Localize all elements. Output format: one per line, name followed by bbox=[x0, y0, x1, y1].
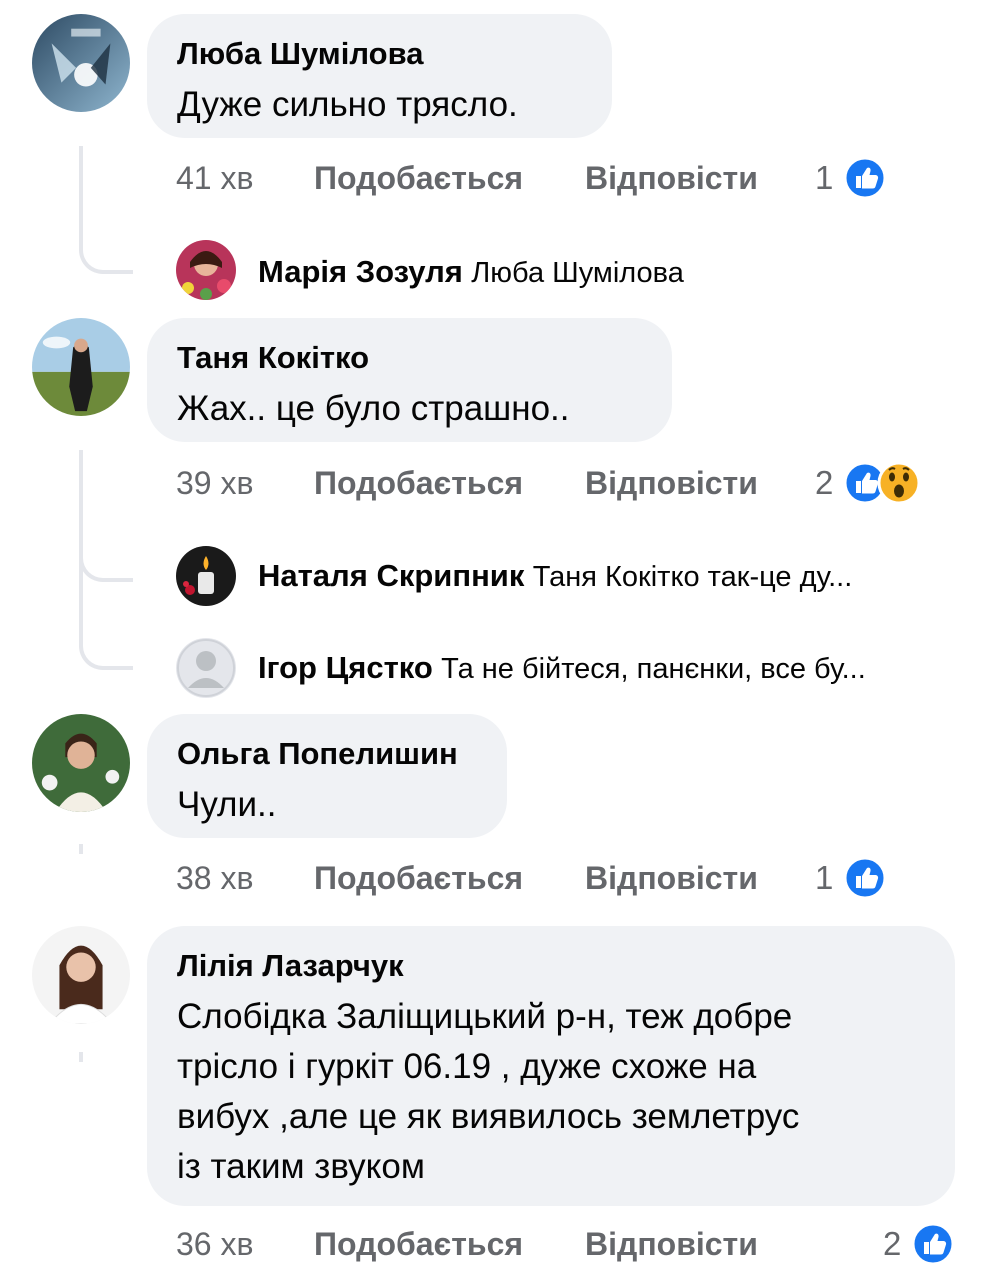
avatar-commenter[interactable] bbox=[32, 926, 130, 1024]
comment-author[interactable]: Лілія Лазарчук bbox=[177, 946, 925, 986]
reaction-count: 2 bbox=[883, 1225, 902, 1263]
like-button[interactable]: Подобається bbox=[314, 153, 523, 203]
profile-photo-icon bbox=[32, 926, 130, 1024]
comment-text: Слобідка Заліщицький р-н, теж добре тріс… bbox=[177, 992, 925, 1192]
like-button[interactable]: Подобається bbox=[314, 458, 523, 508]
reply-snippet: Та не бійтеся, панєнки, все бу... bbox=[441, 653, 866, 685]
comment-timestamp[interactable]: 38 хв bbox=[176, 853, 253, 903]
wow-icon bbox=[877, 461, 921, 505]
reply-button[interactable]: Відповісти bbox=[585, 1219, 758, 1269]
like-button[interactable]: Подобається bbox=[314, 853, 523, 903]
comment-author[interactable]: Ольга Попелишин bbox=[177, 734, 477, 774]
comment-text-line: вибух ,але це як виявилось землетрус bbox=[177, 1097, 800, 1136]
comment-author[interactable]: Таня Кокітко bbox=[177, 338, 642, 378]
profile-photo-icon bbox=[32, 714, 130, 812]
avatar-commenter[interactable] bbox=[32, 714, 130, 812]
reply-author[interactable]: Марія Зозуля bbox=[258, 254, 463, 289]
reaction-count: 1 bbox=[815, 859, 834, 897]
comment-timestamp[interactable]: 39 хв bbox=[176, 458, 253, 508]
reaction-summary[interactable]: 2 bbox=[815, 456, 921, 506]
avatar-commenter[interactable] bbox=[32, 318, 130, 416]
comment-actions: 38 хв Подобається Відповісти bbox=[176, 853, 758, 903]
thread-connector bbox=[79, 844, 83, 854]
thread-connector bbox=[79, 146, 133, 274]
comment-actions: 41 хв Подобається Відповісти bbox=[176, 153, 758, 203]
profile-photo-icon bbox=[176, 240, 236, 300]
default-profile-icon bbox=[176, 638, 236, 698]
comment-text: Чули.. bbox=[177, 785, 277, 824]
profile-photo-icon bbox=[32, 14, 130, 112]
comment-bubble: Таня Кокітко Жах.. це було страшно.. bbox=[147, 318, 672, 442]
comment-bubble: Люба Шумілова Дуже сильно трясло. bbox=[147, 14, 612, 138]
avatar-commenter[interactable] bbox=[32, 14, 130, 112]
like-icon bbox=[843, 156, 887, 200]
comment-text: Жах.. це було страшно.. bbox=[177, 389, 570, 428]
avatar-reply[interactable] bbox=[176, 546, 236, 606]
reply-preview[interactable]: Марія Зозуля Люба Шумілова bbox=[258, 242, 684, 302]
comment-timestamp[interactable]: 41 хв bbox=[176, 153, 253, 203]
reaction-count: 2 bbox=[815, 464, 834, 502]
reply-preview[interactable]: Наталя Скрипник Таня Кокітко так-це ду..… bbox=[258, 546, 852, 606]
reaction-summary[interactable]: 1 bbox=[815, 851, 887, 901]
avatar-reply[interactable] bbox=[176, 240, 236, 300]
comment-actions: 39 хв Подобається Відповісти bbox=[176, 458, 758, 508]
reaction-summary[interactable]: 1 bbox=[815, 151, 887, 201]
comment-timestamp[interactable]: 36 хв bbox=[176, 1219, 253, 1269]
comment-bubble: Ольга Попелишин Чули.. bbox=[147, 714, 507, 838]
thread-connector bbox=[79, 560, 133, 670]
comment-bubble: Лілія Лазарчук Слобідка Заліщицький р-н,… bbox=[147, 926, 955, 1206]
comment-text-line: трісло і гуркіт 06.19 , дуже схоже на bbox=[177, 1047, 757, 1086]
profile-photo-icon bbox=[32, 318, 130, 416]
profile-photo-icon bbox=[176, 546, 236, 606]
reply-button[interactable]: Відповісти bbox=[585, 853, 758, 903]
like-icon bbox=[911, 1222, 955, 1266]
reply-author[interactable]: Ігор Цястко bbox=[258, 650, 433, 685]
reaction-count: 1 bbox=[815, 159, 834, 197]
reply-preview[interactable]: Ігор Цястко Та не бійтеся, панєнки, все … bbox=[258, 638, 866, 698]
reply-button[interactable]: Відповісти bbox=[585, 153, 758, 203]
like-icon bbox=[843, 856, 887, 900]
reply-button[interactable]: Відповісти bbox=[585, 458, 758, 508]
reply-snippet: Люба Шумілова bbox=[471, 257, 684, 289]
comment-text-line: Слобідка Заліщицький р-н, теж добре bbox=[177, 997, 793, 1036]
reaction-summary[interactable]: 2 bbox=[883, 1217, 955, 1267]
comment-author[interactable]: Люба Шумілова bbox=[177, 34, 582, 74]
comment-text: Дуже сильно трясло. bbox=[177, 85, 518, 124]
avatar-reply[interactable] bbox=[176, 638, 236, 698]
reply-author[interactable]: Наталя Скрипник bbox=[258, 558, 524, 593]
comment-actions: 36 хв Подобається Відповісти bbox=[176, 1219, 758, 1269]
thread-connector bbox=[79, 1052, 83, 1062]
comment-text-line: із таким звуком bbox=[177, 1147, 425, 1186]
like-button[interactable]: Подобається bbox=[314, 1219, 523, 1269]
reply-snippet: Таня Кокітко так-це ду... bbox=[532, 561, 853, 593]
